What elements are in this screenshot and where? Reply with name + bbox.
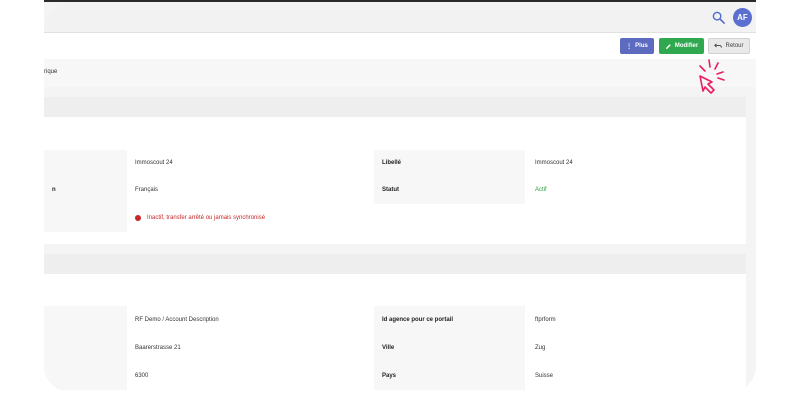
- field-value: 6300: [135, 373, 149, 379]
- field-label: Statut: [374, 176, 525, 204]
- avatar[interactable]: AF: [733, 8, 752, 27]
- breadcrumb-text: rique: [44, 69, 58, 75]
- field-label: n: [44, 176, 127, 204]
- field-label: Pays: [374, 362, 525, 390]
- sync-status: Inactif, transfer arrêté ou jamais synch…: [135, 204, 265, 232]
- status-dot-icon: [135, 215, 141, 221]
- field-label: Id agence pour ce portail: [374, 306, 525, 334]
- field-label: [44, 306, 127, 334]
- field-label: [44, 362, 127, 390]
- field-value: Immoscout 24: [135, 160, 173, 166]
- field-value: RF Demo / Account Description: [135, 317, 219, 323]
- field-value: ftprform: [535, 317, 556, 323]
- plus-button-label: Plus: [635, 43, 648, 49]
- section-header: [44, 97, 746, 117]
- field-value: Zug: [535, 345, 546, 351]
- sync-status-text: Inactif, transfer arrêté ou jamais synch…: [147, 215, 266, 221]
- back-button[interactable]: Retour: [708, 38, 750, 54]
- toolbar: ⋮ Plus Modifier Retour: [44, 33, 756, 59]
- field-value: Suisse: [535, 373, 554, 379]
- app-window: AF ⋮ Plus Modifier Retour rique Immoscou…: [44, 0, 756, 392]
- back-button-label: Retour: [725, 43, 744, 49]
- field-label: [44, 150, 127, 176]
- edit-button[interactable]: Modifier: [659, 38, 704, 54]
- pencil-icon: [665, 43, 671, 49]
- field-value: Baarerstrasse 21: [135, 345, 181, 351]
- section-gap: [44, 244, 746, 254]
- field-label: Libellé: [374, 150, 525, 176]
- more-vertical-icon: ⋮: [626, 43, 633, 50]
- field-value: Immoscout 24: [535, 160, 573, 166]
- undo-icon: [714, 43, 723, 48]
- search-icon[interactable]: [712, 11, 725, 24]
- breadcrumb: rique: [44, 59, 756, 87]
- plus-button[interactable]: ⋮ Plus: [620, 38, 654, 54]
- field-label: Ville: [374, 334, 525, 362]
- field-label: [44, 204, 127, 232]
- edit-button-label: Modifier: [674, 43, 699, 49]
- section-header: [44, 254, 746, 274]
- field-label: [44, 334, 127, 362]
- field-value: Français: [135, 187, 159, 193]
- status-value: Actif: [535, 187, 547, 193]
- click-cursor-icon: [699, 59, 725, 94]
- top-bar: AF: [44, 2, 756, 33]
- detail-card: Immoscout 24 n Français Inactif, transfe…: [44, 117, 746, 244]
- detail-card: RF Demo / Account Description Baarerstra…: [44, 274, 746, 392]
